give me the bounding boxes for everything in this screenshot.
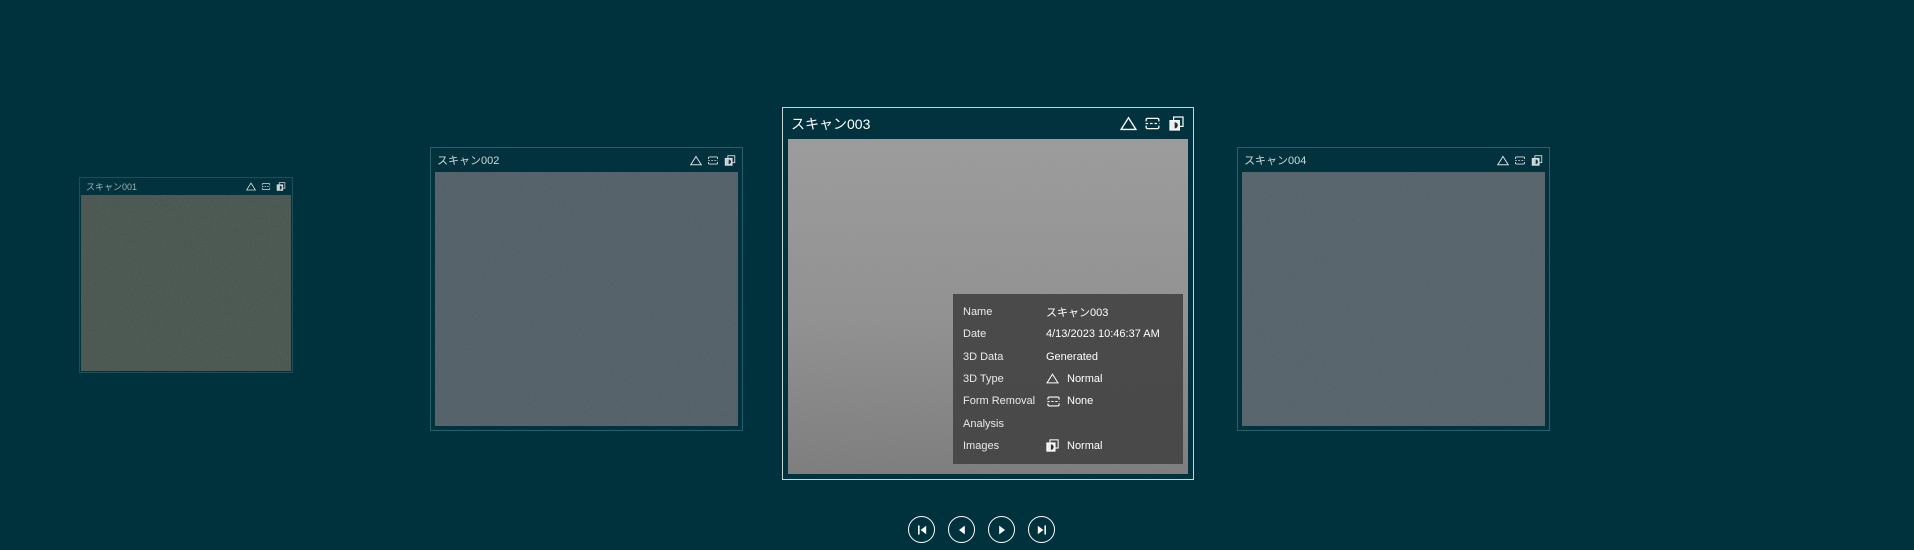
carousel-navigation <box>908 516 1055 543</box>
scan-card-status-icons <box>1497 154 1543 166</box>
detail-label: Form Removal <box>963 395 1036 408</box>
detail-value: Normal <box>1067 439 1103 452</box>
form-removal-icon <box>261 183 271 190</box>
scan-card-header: スキャン001 <box>80 178 292 195</box>
triangle-icon <box>1120 116 1137 131</box>
scan-card-header: スキャン002 <box>431 148 742 172</box>
previous-icon <box>958 525 965 534</box>
form-removal-icon <box>708 155 718 165</box>
images-icon <box>724 154 736 166</box>
skip-to-first-button[interactable] <box>908 516 935 543</box>
skip-to-first-icon <box>917 525 926 534</box>
detail-label: 3D Data <box>963 350 1004 363</box>
form-removal-icon <box>1046 395 1067 408</box>
previous-button[interactable] <box>948 516 975 543</box>
scan-card-1[interactable]: スキャン001 <box>79 177 293 373</box>
scan-card-4[interactable]: スキャン004 <box>1237 147 1550 431</box>
scan-image: Name スキャン003 Date 4/13/2023 10:46:37 AM … <box>788 139 1188 474</box>
scan-image-noise <box>81 195 291 371</box>
scan-card-status-icons <box>246 182 286 191</box>
detail-value: スキャン003 <box>1046 307 1109 319</box>
detail-row-3d-type: 3D Type Normal <box>953 369 1183 389</box>
scan-card-header: スキャン003 <box>783 108 1193 139</box>
detail-row-analysis: Analysis <box>953 414 1183 434</box>
scan-image <box>1242 172 1545 426</box>
scan-image-noise <box>435 172 738 426</box>
detail-label: Analysis <box>963 417 1004 430</box>
triangle-icon <box>690 155 702 165</box>
detail-row-date: Date 4/13/2023 10:46:37 AM <box>953 324 1183 344</box>
form-removal-icon <box>1145 117 1160 130</box>
scan-image-noise <box>1242 172 1545 426</box>
detail-row-images: Images Normal <box>953 436 1183 456</box>
scan-image <box>435 172 738 426</box>
detail-row-form-removal: Form Removal None <box>953 391 1183 411</box>
scan-card-title: スキャン001 <box>86 182 138 192</box>
scan-card-3-active[interactable]: スキャン003 Name スキャン003 Date 4/13/2023 10:4… <box>782 107 1194 480</box>
scan-carousel: スキャン001 スキャン002 スキャン003 Name スキャン003 Dat… <box>0 0 1914 550</box>
detail-label: 3D Type <box>963 372 1004 385</box>
scan-card-status-icons <box>690 154 736 166</box>
skip-to-last-button[interactable] <box>1028 516 1055 543</box>
images-icon <box>1169 116 1184 131</box>
detail-value: None <box>1067 395 1094 408</box>
next-button[interactable] <box>988 516 1015 543</box>
detail-value: 4/13/2023 10:46:37 AM <box>1046 328 1160 341</box>
detail-row-name: Name スキャン003 <box>953 302 1183 322</box>
next-icon <box>998 525 1005 534</box>
images-icon <box>1531 154 1543 166</box>
scan-card-title: スキャン002 <box>437 155 500 167</box>
detail-label: Date <box>963 328 987 341</box>
detail-value: Normal <box>1067 372 1103 385</box>
detail-row-3d-data: 3D Data Generated <box>953 347 1183 367</box>
scan-card-header: スキャン004 <box>1238 148 1549 172</box>
scan-card-title: スキャン003 <box>791 115 871 132</box>
detail-label: Name <box>963 306 993 318</box>
form-removal-icon <box>1515 155 1525 165</box>
scan-card-status-icons <box>1120 116 1185 131</box>
detail-label: Images <box>963 439 1000 452</box>
triangle-icon <box>1046 373 1067 384</box>
scan-card-2[interactable]: スキャン002 <box>430 147 743 431</box>
scan-image <box>81 195 291 371</box>
scan-card-title: スキャン004 <box>1244 155 1307 167</box>
skip-to-last-icon <box>1037 525 1046 534</box>
scan-details-panel: Name スキャン003 Date 4/13/2023 10:46:37 AM … <box>953 294 1183 464</box>
triangle-icon <box>1497 155 1509 165</box>
images-icon <box>1046 439 1067 453</box>
images-icon <box>276 182 286 191</box>
detail-value: Generated <box>1046 350 1098 363</box>
triangle-icon <box>246 182 256 191</box>
